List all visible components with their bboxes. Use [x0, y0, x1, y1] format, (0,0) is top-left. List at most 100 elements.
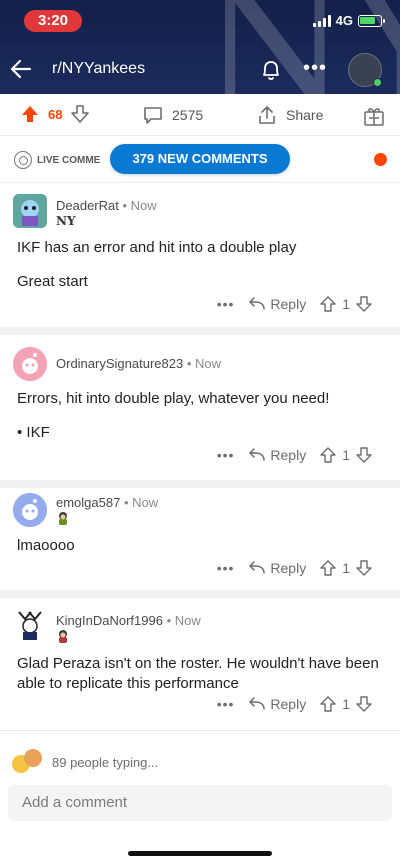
status-time: 3:20 — [24, 10, 82, 32]
comment-vote-count: 1 — [342, 296, 350, 312]
typing-indicator: 89 people typing... — [12, 749, 158, 775]
upvote-icon[interactable] — [320, 296, 336, 312]
comment-divider — [0, 327, 400, 335]
typing-text: 89 people typing... — [52, 754, 159, 770]
upvote-icon[interactable] — [20, 104, 40, 124]
snoo-avatar-icon — [13, 347, 47, 381]
share-button[interactable]: Share — [256, 104, 323, 126]
comment-meta: KingInDaNorf1996 • Now — [56, 613, 201, 628]
reply-button[interactable]: Reply — [248, 696, 306, 712]
more-options-icon[interactable]: ••• — [302, 57, 328, 83]
comment-vote-group: 1 — [320, 296, 372, 312]
comment-vote-group: 1 — [320, 447, 372, 463]
commenter-avatar[interactable] — [13, 347, 47, 381]
post-vote-group: 68 — [20, 104, 90, 124]
comment-vote-count: 1 — [342, 560, 350, 576]
comment-actions: ••• Reply 1 — [217, 447, 372, 463]
upvote-icon[interactable] — [320, 696, 336, 712]
downvote-icon[interactable] — [356, 696, 372, 712]
comment-body: Glad Peraza isn't on the roster. He woul… — [17, 655, 379, 692]
comment-body: lmaoooo — [17, 537, 75, 554]
commenter-avatar[interactable] — [13, 194, 47, 228]
new-comments-button[interactable]: 379 NEW COMMENTS — [110, 144, 290, 174]
comment-count: 2575 — [172, 107, 204, 123]
comment-actions: ••• Reply 1 — [217, 560, 372, 576]
live-comments-label[interactable]: LIVE COMME — [14, 151, 100, 169]
downvote-icon[interactable] — [356, 560, 372, 576]
subreddit-title[interactable]: r/NYYankees — [52, 60, 145, 78]
comment-time: Now — [174, 613, 201, 628]
status-indicators: 4G — [312, 13, 385, 28]
comment-more-icon[interactable]: ••• — [217, 447, 235, 463]
commenter-avatar[interactable] — [13, 606, 47, 640]
snoo-avatar-icon — [13, 493, 47, 527]
add-comment-input[interactable]: Add a comment — [8, 785, 392, 821]
comment-more-icon[interactable]: ••• — [217, 560, 235, 576]
live-indicator-dot — [374, 153, 387, 166]
reply-button[interactable]: Reply — [248, 560, 306, 576]
share-icon — [259, 106, 275, 124]
battery-icon — [358, 14, 385, 27]
upvote-icon[interactable] — [320, 447, 336, 463]
reply-button[interactable]: Reply — [248, 296, 306, 312]
comment-body: Great start — [17, 273, 88, 290]
comment-divider — [0, 590, 400, 598]
comment-body: IKF has an error and hit into a double p… — [17, 239, 297, 256]
comment-meta: OrdinarySignature823 • Now — [56, 356, 222, 371]
reply-arrow-icon — [249, 561, 266, 574]
share-label: Share — [286, 107, 324, 123]
user-avatar[interactable] — [348, 53, 382, 87]
network-label: 4G — [335, 13, 353, 28]
reply-label: Reply — [270, 560, 307, 576]
reply-label: Reply — [270, 296, 307, 312]
commenter-avatar[interactable] — [13, 493, 47, 527]
comment-bubble-icon — [144, 107, 162, 124]
live-label-text: LIVE COMME — [37, 154, 101, 166]
reply-button[interactable]: Reply — [248, 447, 306, 463]
user-flair: NY — [56, 214, 76, 228]
comment-item: emolga587 • Now lmaoooo ••• Reply 1 — [0, 488, 400, 590]
comment-body: • IKF — [17, 424, 50, 441]
online-status-dot — [373, 78, 382, 87]
reply-arrow-icon — [249, 297, 266, 310]
comment-vote-group: 1 — [320, 696, 372, 712]
home-indicator[interactable] — [128, 851, 272, 856]
comment-item: KingInDaNorf1996 • Now Glad Peraza isn't… — [0, 598, 400, 724]
reply-label: Reply — [270, 447, 307, 463]
comment-item: OrdinarySignature823 • Now Errors, hit i… — [0, 335, 400, 480]
typing-avatar-icon — [24, 749, 42, 767]
post-vote-count: 68 — [48, 106, 63, 122]
comment-vote-group: 1 — [320, 560, 372, 576]
award-gift-icon[interactable] — [362, 104, 386, 128]
reply-label: Reply — [270, 696, 307, 712]
post-action-bar: 68 2575 Share — [0, 94, 400, 136]
comment-author[interactable]: OrdinarySignature823 — [56, 356, 183, 371]
comment-time: Now — [195, 356, 222, 371]
reply-arrow-icon — [249, 697, 266, 710]
comment-body: Errors, hit into double play, whatever y… — [17, 390, 330, 407]
subreddit-header: NY 3:20 4G r/NYYankees ••• — [0, 0, 400, 94]
comment-author[interactable]: KingInDaNorf1996 — [56, 613, 163, 628]
comment-vote-count: 1 — [342, 696, 350, 712]
snoo-avatar-icon — [18, 611, 42, 640]
flair-emoji-icon — [59, 512, 67, 525]
comment-time: Now — [130, 198, 157, 213]
back-arrow-icon[interactable] — [8, 56, 34, 82]
comments-count-button[interactable]: 2575 — [142, 104, 203, 126]
downvote-icon[interactable] — [356, 447, 372, 463]
comment-more-icon[interactable]: ••• — [217, 296, 235, 312]
comment-author[interactable]: DeaderRat — [56, 198, 119, 213]
comment-time: Now — [132, 495, 159, 510]
comment-author[interactable]: emolga587 — [56, 495, 120, 510]
comment-more-icon[interactable]: ••• — [217, 696, 235, 712]
comment-composer: 89 people typing... Add a comment — [0, 730, 400, 864]
comment-actions: ••• Reply 1 — [217, 296, 372, 312]
upvote-icon[interactable] — [320, 560, 336, 576]
live-broadcast-icon — [14, 151, 32, 169]
comment-vote-count: 1 — [342, 447, 350, 463]
downvote-icon[interactable] — [70, 104, 90, 124]
bell-icon[interactable] — [258, 57, 284, 83]
reply-arrow-icon — [249, 448, 266, 461]
signal-icon — [312, 14, 331, 27]
downvote-icon[interactable] — [356, 296, 372, 312]
